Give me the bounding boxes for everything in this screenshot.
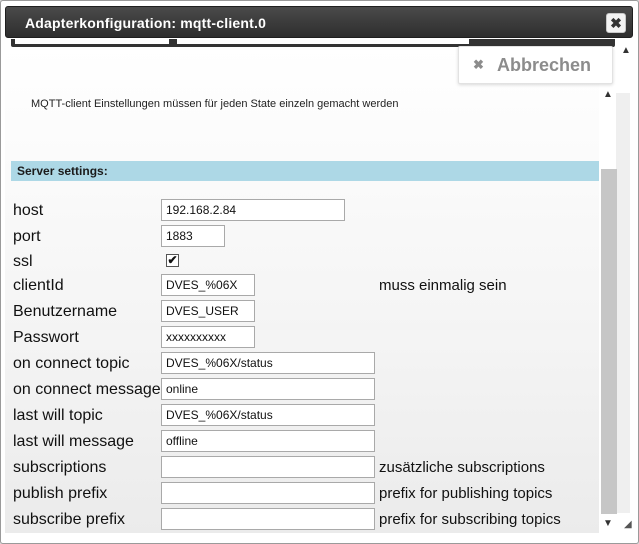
port-input[interactable]	[161, 225, 225, 247]
form-row-port: port	[1, 225, 599, 249]
form-row-last-will-topic: last will topic	[1, 404, 599, 428]
close-button[interactable]: ✖	[606, 13, 626, 33]
username-input[interactable]	[161, 300, 255, 322]
password-label: Passwort	[13, 329, 79, 346]
on-connect-topic-input[interactable]	[161, 352, 375, 374]
info-text: MQTT-client Einstellungen müssen für jed…	[31, 98, 399, 110]
host-label: host	[13, 202, 44, 219]
form-row-clientid: clientId muss einmalig sein	[1, 274, 599, 298]
port-label: port	[13, 228, 41, 245]
form-row-username: Benutzername	[1, 300, 599, 324]
checkmark-icon: ✔	[167, 253, 178, 267]
scroll-up-icon[interactable]: ▲	[603, 89, 613, 100]
publish-prefix-label: publish prefix	[13, 485, 108, 502]
on-connect-topic-label: on connect topic	[13, 355, 130, 372]
subscribe-prefix-label: subscribe prefix	[13, 511, 126, 528]
subscriptions-input[interactable]	[161, 456, 375, 478]
publish-prefix-input[interactable]	[161, 482, 375, 504]
form-row-publish-prefix: publish prefix prefix for publishing top…	[1, 482, 599, 506]
outer-scroll-up-icon[interactable]: ▲	[621, 45, 631, 56]
on-connect-message-input[interactable]	[161, 378, 375, 400]
form-row-password: Passwort	[1, 326, 599, 350]
tab-secondary[interactable]	[177, 39, 469, 44]
scroll-down-icon[interactable]: ▼	[603, 518, 613, 529]
close-icon: ✖	[610, 15, 622, 31]
password-input[interactable]	[161, 326, 255, 348]
last-will-message-input[interactable]	[161, 430, 375, 452]
form-row-on-connect-topic: on connect topic	[1, 352, 599, 376]
cancel-label: Abbrechen	[497, 55, 592, 75]
last-will-topic-label: last will topic	[13, 407, 103, 424]
tab-main[interactable]	[15, 39, 169, 44]
ssl-label: ssl	[13, 253, 33, 270]
section-header-server-settings: Server settings:	[11, 161, 599, 181]
scrollbar-thumb[interactable]	[601, 169, 617, 514]
last-will-topic-input[interactable]	[161, 404, 375, 426]
subscribe-prefix-hint: prefix for subscribing topics	[379, 511, 561, 528]
publish-prefix-hint: prefix for publishing topics	[379, 485, 553, 502]
dialog-title: Adapterkonfiguration: mqtt-client.0	[25, 15, 267, 31]
form-row-host: host	[1, 199, 599, 223]
on-connect-message-label: on connect message	[13, 381, 161, 398]
adapter-config-dialog: Adapterkonfiguration: mqtt-client.0 ✖ ✖ …	[0, 0, 639, 544]
subscribe-prefix-input[interactable]	[161, 508, 375, 530]
dialog-titlebar[interactable]: Adapterkonfiguration: mqtt-client.0 ✖	[5, 6, 633, 38]
subscriptions-hint: zusätzliche subscriptions	[379, 459, 545, 476]
username-label: Benutzername	[13, 303, 118, 320]
resize-grip-icon[interactable]: ◢	[624, 519, 632, 530]
last-will-message-label: last will message	[13, 433, 134, 450]
clientid-input[interactable]	[161, 274, 255, 296]
form-row-last-will-message: last will message	[1, 430, 599, 454]
close-icon: ✖	[473, 57, 484, 72]
clientid-hint: muss einmalig sein	[379, 277, 507, 294]
ssl-checkbox[interactable]: ✔	[166, 254, 179, 267]
form-row-subscribe-prefix: subscribe prefix prefix for subscribing …	[1, 508, 599, 532]
form-row-subscriptions: subscriptions zusätzliche subscriptions	[1, 456, 599, 480]
subscriptions-label: subscriptions	[13, 459, 107, 476]
form-row-on-connect-message: on connect message	[1, 378, 599, 402]
form-row-ssl: ssl ✔	[1, 250, 599, 274]
host-input[interactable]	[161, 199, 345, 221]
cancel-button[interactable]: ✖ Abbrechen	[458, 46, 613, 84]
clientid-label: clientId	[13, 277, 64, 294]
outer-scrollbar-track[interactable]	[616, 93, 630, 513]
